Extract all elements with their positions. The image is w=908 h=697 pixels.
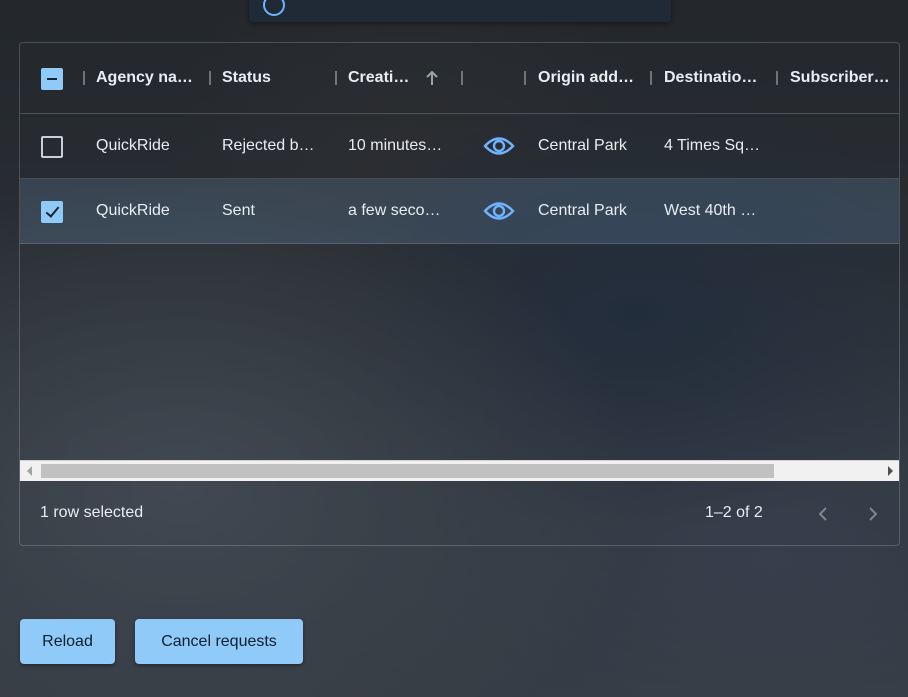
- column-separator[interactable]: [83, 71, 85, 85]
- column-separator[interactable]: [461, 71, 463, 85]
- column-separator[interactable]: [650, 71, 652, 85]
- eye-icon[interactable]: [483, 131, 515, 161]
- row-checkbox[interactable]: [41, 201, 63, 223]
- cell-origin-address: Central Park: [538, 202, 627, 219]
- chevron-left-icon[interactable]: [816, 506, 830, 522]
- table-header-row: Agency na… Status Creati… Origin addr… D…: [20, 43, 899, 114]
- column-separator[interactable]: [524, 71, 526, 85]
- cell-destination: 4 Times Sq…: [664, 137, 761, 154]
- cell-status: Sent: [222, 202, 255, 219]
- cell-status: Rejected b…: [222, 137, 315, 154]
- column-separator[interactable]: [776, 71, 778, 85]
- column-header-creation[interactable]: Creati…: [348, 68, 418, 88]
- scroll-right-icon[interactable]: [888, 466, 893, 476]
- select-all-checkbox[interactable]: [41, 68, 63, 90]
- cell-agency-name: QuickRide: [96, 137, 170, 154]
- column-separator[interactable]: [209, 71, 211, 85]
- column-header-view: [474, 68, 514, 88]
- info-icon: [263, 0, 285, 16]
- column-header-subscriber[interactable]: Subscriber…: [790, 68, 890, 88]
- pagination-range: 1–2 of 2: [705, 504, 763, 521]
- column-header-agency-name[interactable]: Agency na…: [96, 68, 196, 88]
- cell-origin-address: Central Park: [538, 137, 627, 154]
- column-header-destination[interactable]: Destinatio…: [664, 68, 764, 88]
- requests-data-grid: Agency na… Status Creati… Origin addr… D…: [19, 42, 900, 546]
- horizontal-scrollbar[interactable]: [20, 460, 899, 481]
- arrow-up-icon[interactable]: [424, 69, 440, 87]
- reload-button[interactable]: Reload: [20, 619, 115, 664]
- cell-subscriber: [790, 201, 890, 221]
- selected-row-count: 1 row selected: [40, 504, 144, 521]
- column-separator[interactable]: [335, 71, 337, 85]
- column-header-status[interactable]: Status: [222, 68, 322, 88]
- table-row[interactable]: QuickRide Rejected b… 10 minutes… Centra…: [20, 114, 899, 179]
- table-footer: 1 row selected 1–2 of 2: [20, 481, 899, 545]
- cell-subscriber: [790, 136, 890, 156]
- table-row[interactable]: QuickRide Sent a few seco… Central Park …: [20, 179, 899, 244]
- cell-destination: West 40th …: [664, 202, 757, 219]
- eye-icon[interactable]: [483, 196, 515, 226]
- column-header-origin-address[interactable]: Origin addr…: [538, 68, 640, 88]
- cell-agency-name: QuickRide: [96, 202, 170, 219]
- cancel-requests-button[interactable]: Cancel requests: [135, 619, 303, 664]
- notification-snackbar: [249, 0, 671, 22]
- scroll-left-icon[interactable]: [27, 466, 32, 476]
- cell-creation: 10 minutes…: [348, 137, 443, 154]
- row-checkbox[interactable]: [41, 136, 63, 158]
- chevron-right-icon[interactable]: [866, 506, 880, 522]
- scrollbar-thumb[interactable]: [41, 464, 774, 478]
- cell-creation: a few seco…: [348, 202, 441, 219]
